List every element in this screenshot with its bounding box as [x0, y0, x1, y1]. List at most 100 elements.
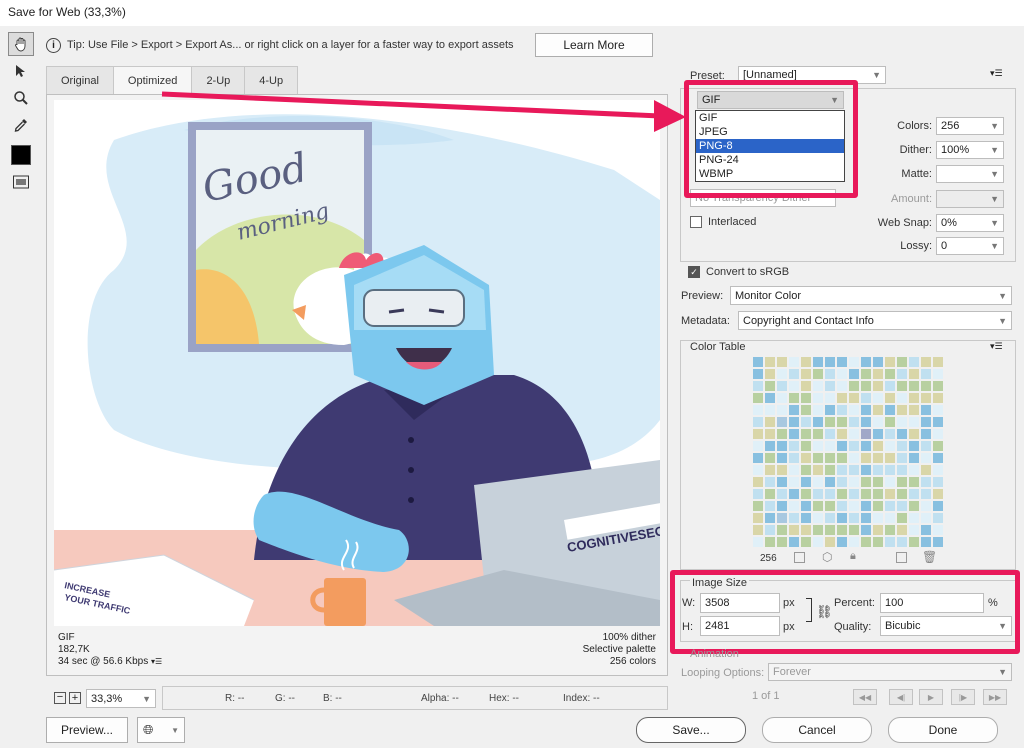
color-swatch[interactable]	[788, 536, 800, 548]
color-swatch[interactable]	[788, 440, 800, 452]
color-swatch[interactable]	[764, 416, 776, 428]
preset-menu-icon[interactable]: ▾☰	[990, 68, 1003, 79]
color-swatch[interactable]	[860, 428, 872, 440]
color-swatch[interactable]	[848, 524, 860, 536]
color-swatch[interactable]	[884, 416, 896, 428]
color-swatch[interactable]	[752, 524, 764, 536]
color-swatch[interactable]	[932, 356, 944, 368]
slice-select-tool[interactable]	[8, 59, 34, 83]
color-swatch[interactable]	[824, 488, 836, 500]
color-swatch[interactable]	[848, 392, 860, 404]
color-swatch[interactable]	[812, 488, 824, 500]
color-swatch[interactable]	[932, 428, 944, 440]
color-swatch[interactable]	[860, 452, 872, 464]
color-swatch[interactable]	[932, 368, 944, 380]
color-swatch[interactable]	[788, 452, 800, 464]
done-button[interactable]: Done	[888, 717, 998, 743]
color-swatch[interactable]	[752, 476, 764, 488]
color-swatch[interactable]	[884, 380, 896, 392]
color-swatch[interactable]	[908, 476, 920, 488]
color-swatch[interactable]	[836, 452, 848, 464]
color-swatch[interactable]	[752, 500, 764, 512]
color-swatch[interactable]	[764, 440, 776, 452]
color-swatch[interactable]	[824, 476, 836, 488]
color-swatch[interactable]	[848, 452, 860, 464]
color-swatch[interactable]	[908, 464, 920, 476]
color-swatch[interactable]	[788, 488, 800, 500]
color-swatch[interactable]	[920, 416, 932, 428]
color-swatch[interactable]	[848, 380, 860, 392]
color-swatch[interactable]	[896, 392, 908, 404]
color-swatch[interactable]	[824, 524, 836, 536]
color-swatch[interactable]	[896, 416, 908, 428]
color-swatch[interactable]	[872, 416, 884, 428]
color-swatch[interactable]	[920, 356, 932, 368]
color-swatch[interactable]	[932, 512, 944, 524]
color-swatch[interactable]	[800, 488, 812, 500]
color-swatch[interactable]	[812, 440, 824, 452]
dither-select[interactable]: 100% ▼	[936, 141, 1004, 159]
info-menu-icon[interactable]: ▾☰	[151, 657, 162, 666]
color-swatch[interactable]	[872, 392, 884, 404]
color-swatch[interactable]	[800, 476, 812, 488]
trash-icon[interactable]: 🗑︎	[922, 550, 937, 564]
color-swatch[interactable]	[884, 512, 896, 524]
color-swatch[interactable]	[752, 392, 764, 404]
color-swatch[interactable]	[752, 452, 764, 464]
image-preview[interactable]: Good morning COGNITIVESEO INCREASE YOUR …	[54, 100, 660, 626]
color-swatch[interactable]	[896, 440, 908, 452]
color-swatch[interactable]	[752, 440, 764, 452]
looping-select[interactable]: Forever ▼	[768, 663, 1012, 681]
color-swatch[interactable]	[908, 416, 920, 428]
color-swatch[interactable]	[896, 452, 908, 464]
color-swatch[interactable]	[872, 428, 884, 440]
color-swatch[interactable]	[896, 380, 908, 392]
color-swatch[interactable]	[812, 380, 824, 392]
color-swatch[interactable]	[776, 416, 788, 428]
zoom-out-button[interactable]: −	[54, 692, 66, 704]
color-swatch[interactable]	[788, 392, 800, 404]
color-swatch[interactable]	[800, 392, 812, 404]
color-swatch[interactable]	[788, 416, 800, 428]
preview-button[interactable]: Preview...	[46, 717, 128, 743]
color-swatch[interactable]	[764, 452, 776, 464]
color-swatch[interactable]	[776, 380, 788, 392]
color-swatch[interactable]	[752, 512, 764, 524]
color-swatch[interactable]	[776, 512, 788, 524]
color-swatch[interactable]	[764, 356, 776, 368]
color-swatch[interactable]	[752, 464, 764, 476]
color-swatch[interactable]	[776, 536, 788, 548]
color-swatch[interactable]	[884, 356, 896, 368]
color-swatch[interactable]	[920, 536, 932, 548]
color-swatch[interactable]	[800, 416, 812, 428]
color-swatch[interactable]	[788, 512, 800, 524]
color-swatch[interactable]	[824, 428, 836, 440]
color-swatch[interactable]	[932, 464, 944, 476]
color-swatch[interactable]	[860, 500, 872, 512]
cancel-button[interactable]: Cancel	[762, 717, 872, 743]
color-table-menu-icon[interactable]: ▾☰	[990, 341, 1003, 352]
color-swatch[interactable]	[788, 500, 800, 512]
matte-select[interactable]: ▼	[936, 165, 1004, 183]
color-swatch[interactable]	[788, 476, 800, 488]
lock-icon[interactable]: 🔒︎	[850, 550, 856, 563]
color-swatch[interactable]	[812, 500, 824, 512]
color-swatch[interactable]	[776, 464, 788, 476]
color-swatch[interactable]	[776, 440, 788, 452]
color-swatch[interactable]	[812, 452, 824, 464]
color-swatch[interactable]	[824, 500, 836, 512]
color-swatch[interactable]	[812, 356, 824, 368]
color-swatch[interactable]	[908, 392, 920, 404]
color-swatch[interactable]	[932, 536, 944, 548]
color-swatch[interactable]	[836, 380, 848, 392]
color-swatch[interactable]	[860, 380, 872, 392]
color-swatch[interactable]	[908, 536, 920, 548]
color-swatch[interactable]	[908, 524, 920, 536]
previous-frame-button[interactable]: ◀|	[889, 689, 913, 705]
color-swatch[interactable]	[812, 392, 824, 404]
color-table-grid[interactable]	[752, 356, 944, 548]
color-swatch[interactable]	[752, 356, 764, 368]
color-swatch[interactable]	[896, 368, 908, 380]
color-swatch[interactable]	[752, 428, 764, 440]
color-swatch[interactable]	[896, 464, 908, 476]
